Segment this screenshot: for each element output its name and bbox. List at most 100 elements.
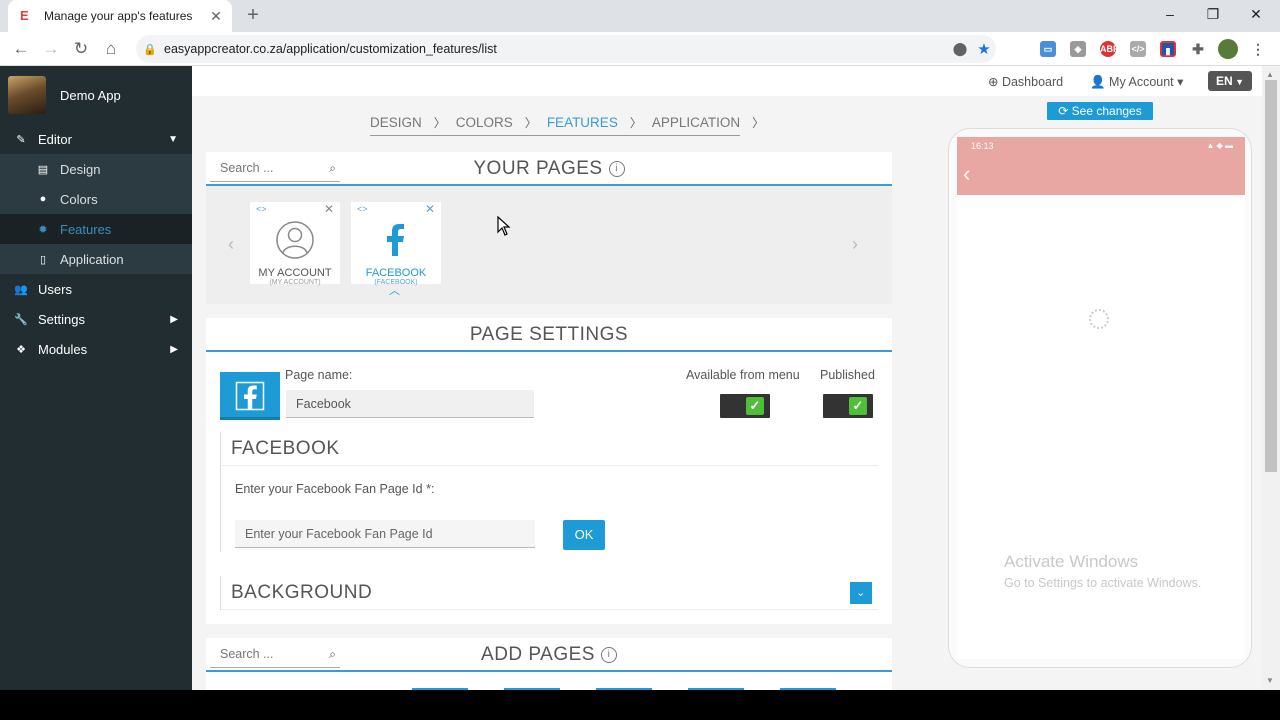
your-pages-panel: Search ... ⌕ YOUR PAGES i	[206, 152, 892, 186]
sidebar-item-modules[interactable]: ❖ Modules ▶	[0, 334, 192, 364]
browser-tab-bar: E Manage your app's features ✕ + – ❐ ✕	[0, 0, 1280, 32]
background-section-title[interactable]: BACKGROUND ⌄	[221, 576, 878, 610]
restore-icon[interactable]: ❐	[1203, 6, 1223, 23]
extension-screen-icon[interactable]: ▭	[1040, 41, 1056, 57]
sidebar-item-application[interactable]: ▯ Application	[0, 244, 192, 274]
extension-code-icon[interactable]: </>	[1130, 41, 1146, 57]
forward-icon[interactable]: →	[40, 38, 62, 60]
chevron-down-icon: ▼	[168, 133, 178, 145]
see-changes-button[interactable]: ⟳ See changes	[1047, 102, 1153, 120]
step-design[interactable]: DESIGN	[370, 115, 422, 130]
ok-button[interactable]: OK	[563, 520, 605, 550]
available-from-menu-toggle[interactable]: ✓	[720, 394, 770, 418]
cubes-icon: ❖	[16, 343, 26, 356]
bottom-black-bar	[0, 690, 1280, 720]
checkmark-icon: ✓	[746, 397, 764, 415]
mobile-icon: ▯	[39, 253, 47, 266]
sidebar-item-label: Application	[60, 251, 124, 267]
chevron-right-icon: 〉	[524, 116, 537, 130]
language-selector[interactable]: EN ▼	[1208, 71, 1252, 91]
loading-spinner-icon	[1089, 309, 1109, 329]
browser-profile-avatar[interactable]	[1218, 39, 1238, 59]
page-card-facebook[interactable]: <> ✕ FACEBOOK (FACEBOOK) ︿	[351, 202, 441, 297]
tab-close-icon[interactable]: ✕	[208, 8, 224, 25]
selected-indicator-icon: ︿	[389, 285, 400, 297]
browser-tab[interactable]: E Manage your app's features ✕	[8, 0, 232, 32]
page-settings-title: PAGE SETTINGS	[469, 324, 629, 345]
chevron-right-icon: ▶	[170, 343, 178, 355]
scroll-down-icon[interactable]: ▼	[1266, 676, 1274, 685]
caret-down-icon: ▾	[1173, 75, 1184, 89]
fan-page-id-input[interactable]: Enter your Facebook Fan Page Id	[235, 520, 535, 548]
facebook-section-title: FACEBOOK	[221, 432, 878, 466]
page-settings-panel: PAGE SETTINGS Page name: Facebook Availa…	[206, 318, 892, 624]
extension-grey-icon[interactable]: ◈	[1070, 41, 1086, 57]
home-icon[interactable]: ⌂	[100, 38, 122, 60]
step-features[interactable]: FEATURES	[547, 115, 618, 130]
step-application[interactable]: APPLICATION	[652, 115, 740, 130]
chevron-down-icon[interactable]: ⌄	[850, 582, 872, 604]
users-icon: 👥	[14, 283, 28, 296]
address-bar[interactable]: 🔒 easyappcreator.co.za/application/custo…	[136, 35, 996, 63]
page-name-input[interactable]: Facebook	[286, 390, 534, 418]
strip-next-icon[interactable]: ›	[852, 234, 858, 255]
see-changes-label: See changes	[1071, 104, 1142, 118]
app-name: Demo App	[60, 87, 121, 103]
your-pages-title: YOUR PAGES i	[206, 158, 892, 180]
page-card-label: FACEBOOK	[365, 267, 427, 279]
facebook-section: FACEBOOK Enter your Facebook Fan Page Id…	[220, 432, 878, 552]
bookmark-star-icon[interactable]: ★	[972, 40, 996, 58]
page-name-label: Page name:	[285, 368, 353, 382]
add-pages-title-text: ADD PAGES	[481, 644, 595, 665]
extensions-puzzle-icon[interactable]: ✚	[1190, 41, 1206, 57]
sidebar-item-design[interactable]: ▤ Design	[0, 154, 192, 184]
remove-page-icon[interactable]: ✕	[425, 202, 435, 216]
dashboard-icon: ⊕	[988, 75, 1002, 89]
sidebar-item-label: Colors	[60, 191, 98, 207]
browser-menu-icon[interactable]: ⋮	[1250, 41, 1266, 57]
sidebar-item-settings[interactable]: 🔧 Settings ▶	[0, 304, 192, 334]
minimize-icon[interactable]: –	[1160, 6, 1180, 22]
scroll-up-icon[interactable]: ▲	[1266, 70, 1274, 79]
mouse-cursor-icon	[497, 216, 511, 236]
phone-time: 16:13	[971, 141, 994, 151]
facebook-icon	[235, 381, 265, 411]
info-icon[interactable]: i	[600, 647, 617, 663]
pencil-icon: ✎	[16, 133, 26, 146]
window-close-icon[interactable]: ✕	[1246, 6, 1266, 23]
add-pages-panel: Search ... ⌕ ADD PAGES i	[206, 638, 892, 691]
sidebar-item-label: Design	[60, 161, 101, 177]
strip-prev-icon[interactable]: ‹	[228, 234, 234, 255]
my-account-menu[interactable]: 👤 My Account ▾	[1090, 74, 1183, 90]
sidebar-item-label: Modules	[38, 341, 88, 357]
extension-red-icon[interactable]: ▮	[1160, 41, 1176, 57]
sidebar-item-editor[interactable]: ✎ Editor ▼	[0, 124, 192, 154]
sidebar-item-colors[interactable]: ● Colors	[0, 184, 192, 214]
your-pages-strip: ‹ <> ✕ MY ACCOUNT (MY ACCOUNT) <> ✕ FACE…	[206, 186, 892, 304]
scrollbar-thumb[interactable]	[1265, 80, 1277, 472]
reload-icon[interactable]: ↻	[70, 38, 92, 60]
dashboard-link[interactable]: ⊕ Dashboard	[988, 74, 1063, 89]
chevron-right-icon: 〉	[629, 116, 642, 130]
my-account-label: My Account	[1109, 75, 1174, 89]
background-section-label: BACKGROUND	[231, 582, 373, 603]
page-scrollbar[interactable]: ▲ ▼	[1262, 66, 1280, 690]
back-icon[interactable]: ←	[10, 38, 32, 60]
sidebar-item-features[interactable]: ✹ Features	[0, 214, 192, 244]
gear-icon: ✹	[38, 223, 48, 236]
remove-page-icon[interactable]: ✕	[324, 202, 334, 216]
location-pin-icon[interactable]: ⬤	[948, 41, 972, 57]
adblock-icon[interactable]: ABP	[1100, 41, 1119, 57]
info-icon[interactable]: i	[608, 161, 625, 177]
phone-app-header: ‹	[957, 155, 1245, 195]
new-tab-icon[interactable]: +	[244, 5, 262, 25]
page-area: Demo App ✎ Editor ▼ ▤ Design ● Colors ✹ …	[0, 66, 1280, 691]
sidebar-item-users[interactable]: 👥 Users	[0, 274, 192, 304]
user-circle-icon	[276, 221, 314, 259]
back-chevron-icon[interactable]: ‹	[963, 161, 970, 187]
refresh-icon: ⟳	[1058, 104, 1072, 118]
step-colors[interactable]: COLORS	[456, 115, 513, 130]
page-card-my-account[interactable]: <> ✕ MY ACCOUNT (MY ACCOUNT)	[250, 202, 340, 286]
published-toggle[interactable]: ✓	[823, 394, 873, 418]
published-label: Published	[820, 368, 875, 382]
